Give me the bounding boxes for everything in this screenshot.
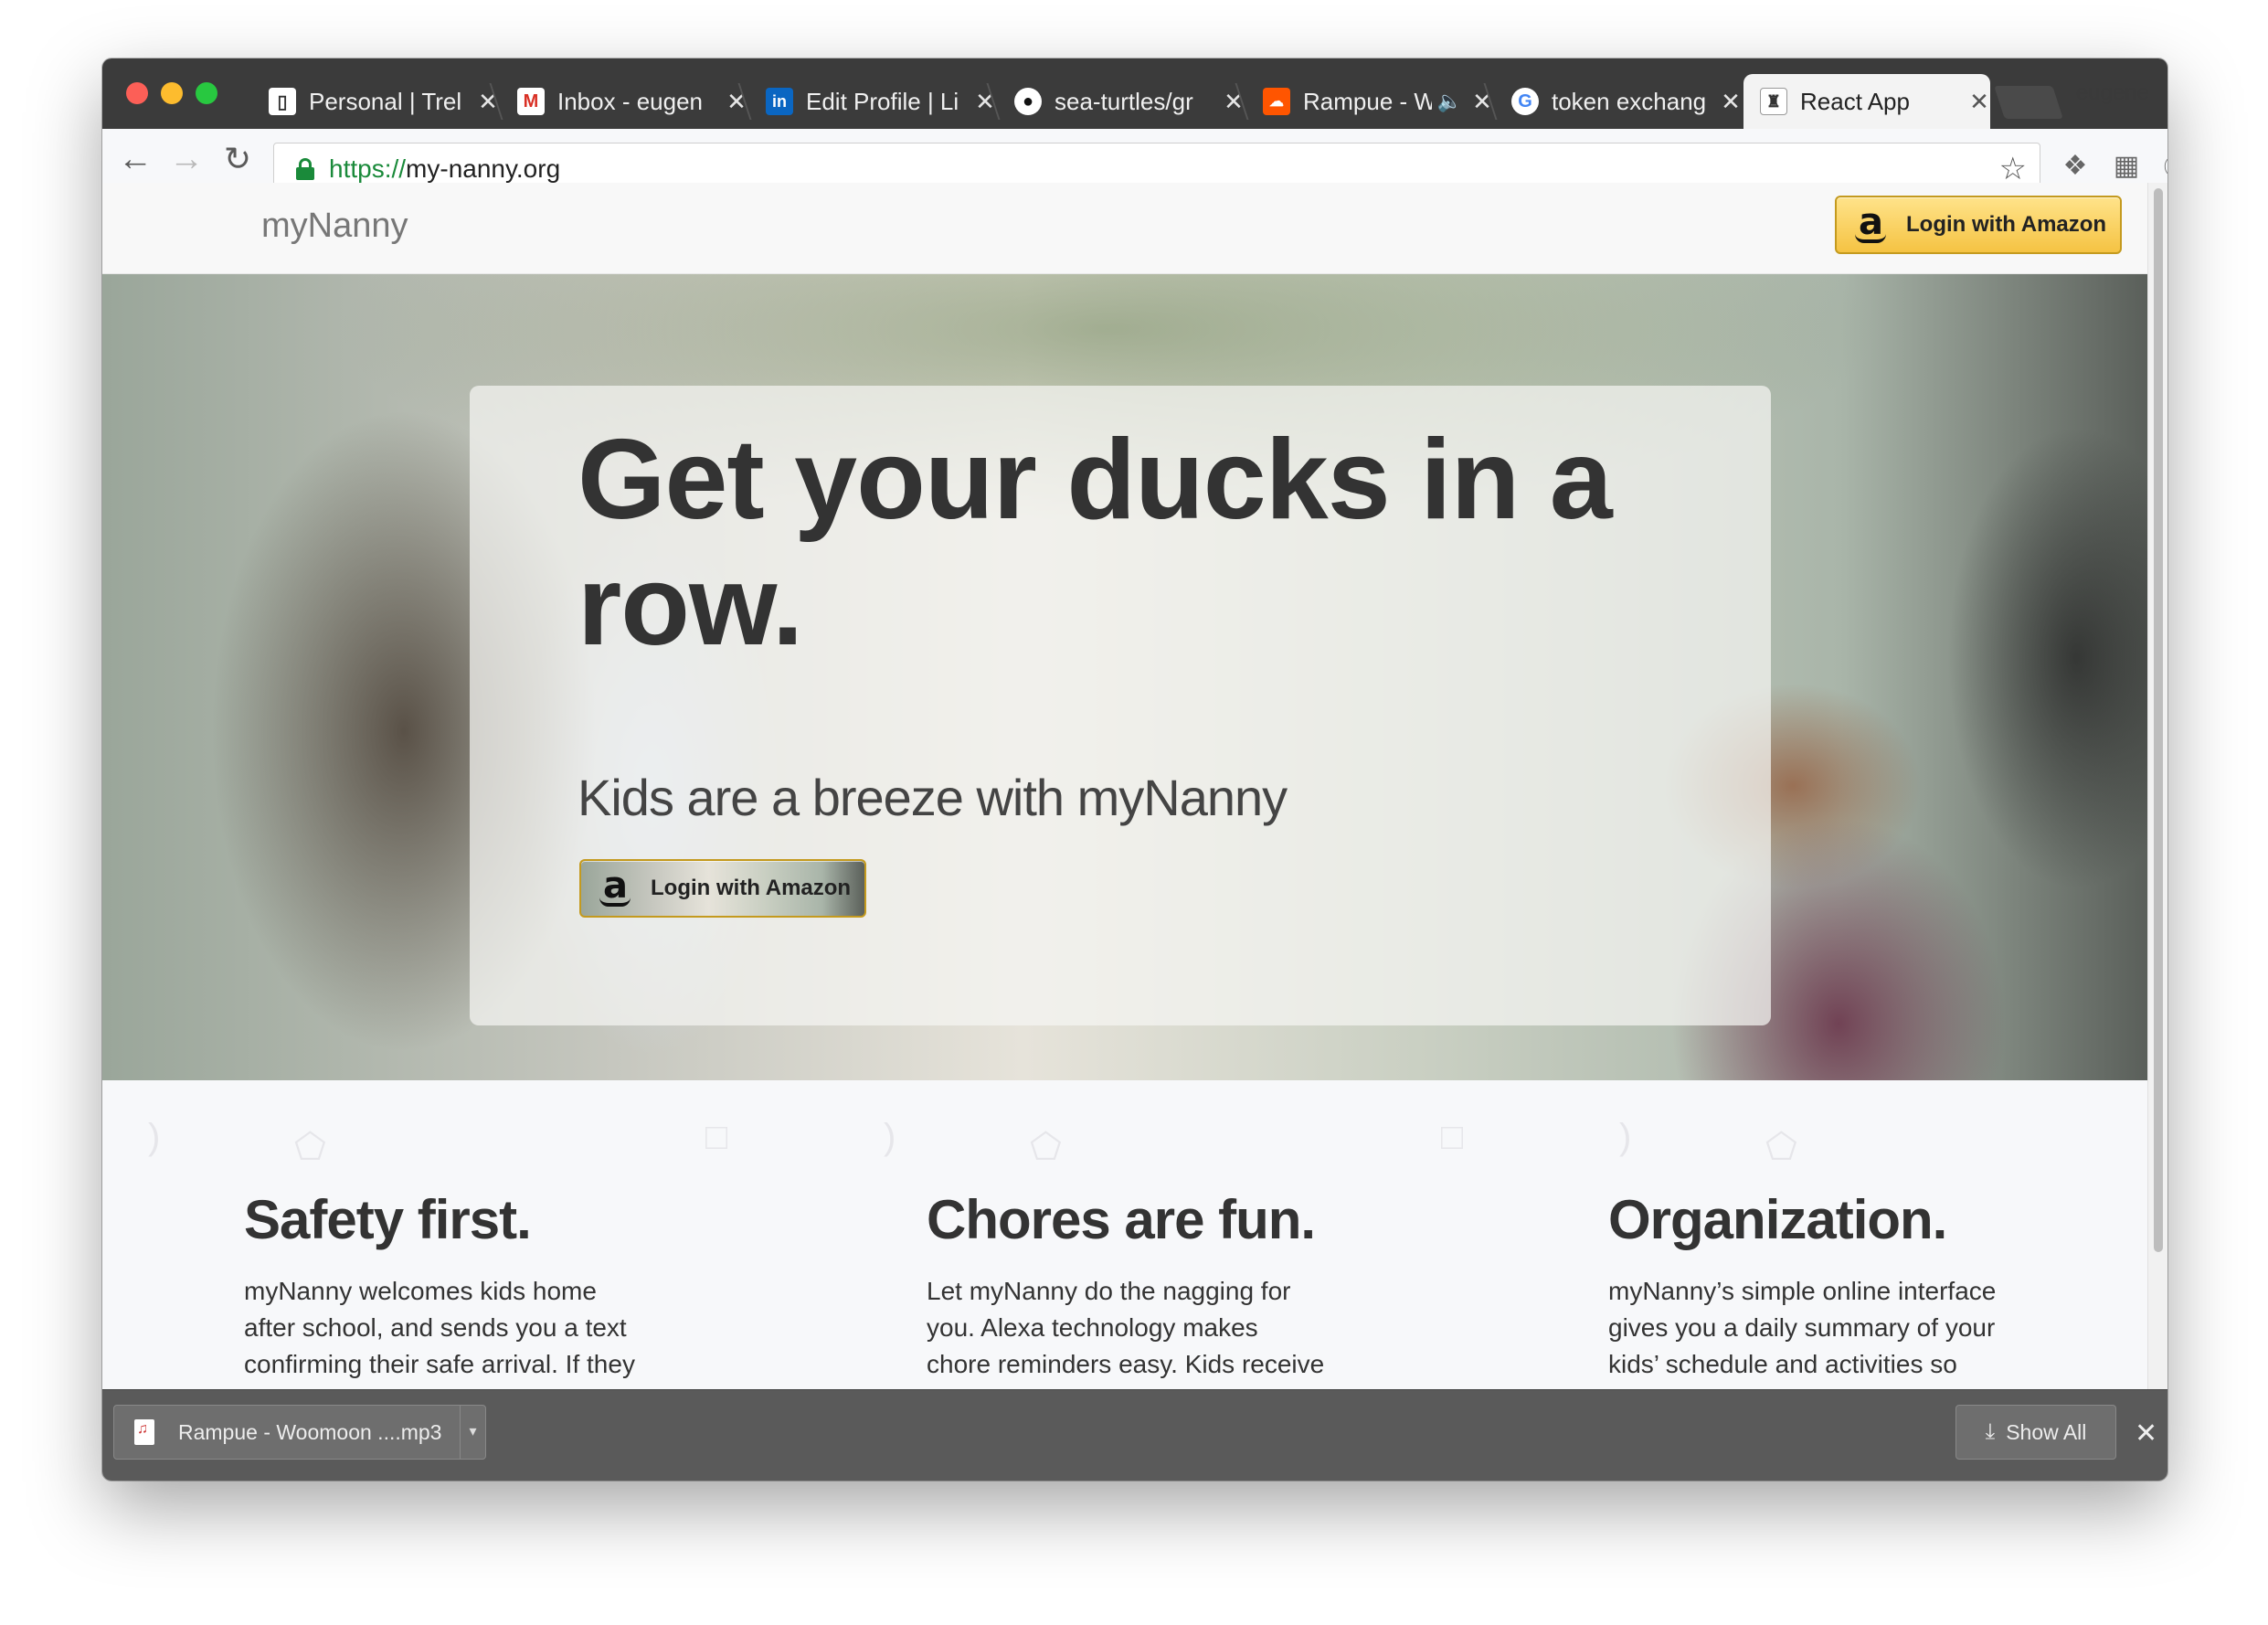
- url-scheme: https://: [329, 154, 407, 183]
- close-window-button[interactable]: [126, 82, 148, 104]
- square-decoration: □: [1441, 1117, 1464, 1157]
- linkedin-icon: in: [766, 88, 793, 115]
- tab-title: token exchang: [1552, 87, 1707, 115]
- tab-react-app[interactable]: ♜ React App ✕: [1743, 74, 1990, 129]
- hero-title: Get your ducks in a row.: [578, 417, 1613, 669]
- pentagon-decoration: ⬠: [294, 1127, 326, 1167]
- feature-text: myNanny welcomes kids home after school,…: [244, 1277, 635, 1378]
- login-with-amazon-button[interactable]: a Login with Amazon: [1835, 196, 2122, 254]
- tab-title: sea-turtles/gr: [1055, 87, 1193, 115]
- tab-soundcloud[interactable]: ☁ Rampue - W 🔈 ✕: [1235, 74, 1493, 129]
- lock-icon: [296, 158, 314, 180]
- tab-google[interactable]: G token exchang ✕: [1483, 74, 1742, 129]
- download-filename: Rampue - Woomoon ....mp3: [178, 1419, 442, 1444]
- extension-grid-icon[interactable]: ▦: [2105, 144, 2147, 186]
- hero-section: Get your ducks in a row. Kids are a bree…: [102, 274, 2147, 1080]
- download-icon: ⤓: [1985, 1419, 1996, 1444]
- login-button-label: Login with Amazon: [651, 876, 852, 900]
- tab-trello[interactable]: ▯ Personal | Trel ✕: [252, 74, 499, 129]
- back-icon[interactable]: ←: [113, 137, 157, 181]
- pentagon-decoration: ⬠: [1030, 1127, 1062, 1167]
- page-scrollbar[interactable]: [2147, 183, 2167, 1389]
- feature-text: myNanny’s simple online interface gives …: [1608, 1277, 1997, 1378]
- tab-linkedin[interactable]: in Edit Profile | Li ✕: [737, 74, 996, 129]
- features-section: ⬠ ⬠ ⬠ □ □ ) ) ) Safety first. myNanny we…: [102, 1080, 2147, 1389]
- dropbox-icon[interactable]: ❖: [2054, 144, 2096, 186]
- reload-icon[interactable]: ↻: [216, 137, 260, 181]
- close-tab-icon[interactable]: ✕: [1720, 88, 1742, 116]
- page-viewport: myNanny a Login with Amazon Get your duc…: [102, 183, 2147, 1389]
- feature-title: Organization.: [1608, 1189, 1947, 1250]
- amazon-logo-icon: a: [598, 865, 634, 908]
- zoom-window-button[interactable]: [196, 82, 217, 104]
- tab-title: Personal | Trel: [309, 87, 462, 115]
- speaker-icon[interactable]: 🔈: [1437, 90, 1462, 113]
- bookmark-star-icon[interactable]: ☆: [1999, 151, 2027, 187]
- angular-extension-icon[interactable]: Ⓐ: [2155, 144, 2167, 186]
- tab-strip: ▯ Personal | Trel ✕ M Inbox - eugen ✕ in…: [102, 58, 2167, 129]
- download-shelf: Rampue - Woomoon ....mp3 ▾ ⤓ Show All ✕: [102, 1389, 2167, 1481]
- profile-name[interactable]: eugene: [2076, 80, 2149, 106]
- scrollbar-thumb[interactable]: [2154, 188, 2163, 1252]
- show-all-downloads-button[interactable]: ⤓ Show All: [1955, 1405, 2116, 1460]
- new-tab-button[interactable]: [1994, 86, 2063, 119]
- react-app-icon: ♜: [1760, 88, 1787, 115]
- minimize-window-button[interactable]: [161, 82, 183, 104]
- download-item[interactable]: Rampue - Woomoon ....mp3 ▾: [113, 1405, 486, 1460]
- close-shelf-icon[interactable]: ✕: [2135, 1418, 2157, 1450]
- soundcloud-icon: ☁: [1263, 88, 1290, 115]
- url-host: my-nanny.org: [406, 154, 561, 183]
- tab-title: React App: [1800, 87, 1910, 115]
- feature-safety: Safety first. myNanny welcomes kids home…: [244, 1188, 756, 1383]
- audio-file-icon: [134, 1419, 154, 1445]
- show-all-label: Show All: [2006, 1419, 2087, 1444]
- trello-icon: ▯: [269, 88, 296, 115]
- feature-chores: Chores are fun. Let myNanny do the naggi…: [927, 1188, 1438, 1383]
- amazon-logo-icon: a: [1853, 201, 1890, 245]
- feature-text: Let myNanny do the nagging for you. Alex…: [927, 1277, 1325, 1378]
- site-navbar: myNanny a Login with Amazon: [102, 183, 2147, 274]
- pentagon-decoration: ⬠: [1765, 1127, 1797, 1167]
- tab-gmail[interactable]: M Inbox - eugen ✕: [489, 74, 747, 129]
- url-text: https://my-nanny.org: [329, 154, 560, 184]
- google-icon: G: [1511, 88, 1539, 115]
- tab-github[interactable]: ● sea-turtles/gr ✕: [986, 74, 1245, 129]
- hero-login-with-amazon-button[interactable]: a Login with Amazon: [579, 859, 866, 918]
- hero-subtitle: Kids are a breeze with myNanny: [578, 769, 1288, 826]
- bracket-decoration: ): [884, 1117, 896, 1157]
- tab-title: Rampue - W: [1303, 87, 1432, 115]
- square-decoration: □: [705, 1117, 728, 1157]
- tab-title: Inbox - eugen: [557, 87, 704, 115]
- browser-window: ▯ Personal | Trel ✕ M Inbox - eugen ✕ in…: [102, 58, 2167, 1481]
- gmail-icon: M: [517, 88, 545, 115]
- bracket-decoration: ): [1619, 1117, 1632, 1157]
- login-button-label: Login with Amazon: [1906, 212, 2107, 237]
- site-brand[interactable]: myNanny: [261, 207, 408, 246]
- github-icon: ●: [1014, 88, 1042, 115]
- forward-icon[interactable]: →: [164, 137, 208, 181]
- close-tab-icon[interactable]: ✕: [1968, 88, 1990, 116]
- feature-organization: Organization. myNanny’s simple online in…: [1608, 1188, 2120, 1383]
- feature-title: Safety first.: [244, 1189, 532, 1250]
- feature-title: Chores are fun.: [927, 1189, 1316, 1250]
- download-options-chevron-icon[interactable]: ▾: [460, 1406, 485, 1459]
- bracket-decoration: ): [148, 1117, 161, 1157]
- tab-title: Edit Profile | Li: [806, 87, 959, 115]
